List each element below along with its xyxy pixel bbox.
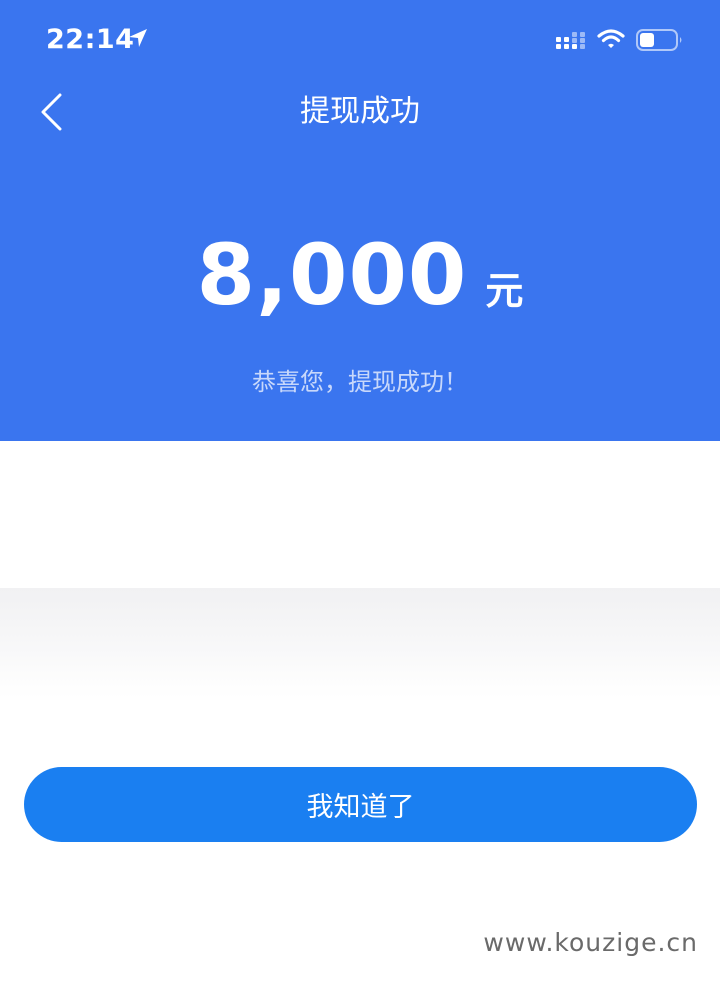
header-panel: 22:14 提现成功 8,000 元 恭喜您，提现成功！ bbox=[0, 0, 720, 441]
amount-value: 8,000 bbox=[196, 226, 468, 324]
section-divider bbox=[0, 588, 720, 698]
wifi-icon bbox=[597, 29, 625, 48]
battery-icon bbox=[636, 29, 682, 51]
watermark: www.kouzige.cn bbox=[483, 928, 698, 957]
page-title: 提现成功 bbox=[300, 94, 420, 129]
status-time: 22:14 bbox=[46, 24, 135, 55]
amount-display: 8,000 元 bbox=[0, 220, 720, 330]
cellular-signal-icon bbox=[556, 32, 585, 49]
location-arrow-icon bbox=[129, 29, 147, 47]
success-message: 恭喜您，提现成功！ bbox=[252, 368, 468, 396]
amount-unit: 元 bbox=[485, 269, 524, 313]
acknowledge-button[interactable]: 我知道了 bbox=[24, 767, 697, 842]
withdrawal-success-page: 22:14 提现成功 8,000 元 恭喜您，提现成功！ 我知道了 www.ko… bbox=[0, 0, 720, 985]
